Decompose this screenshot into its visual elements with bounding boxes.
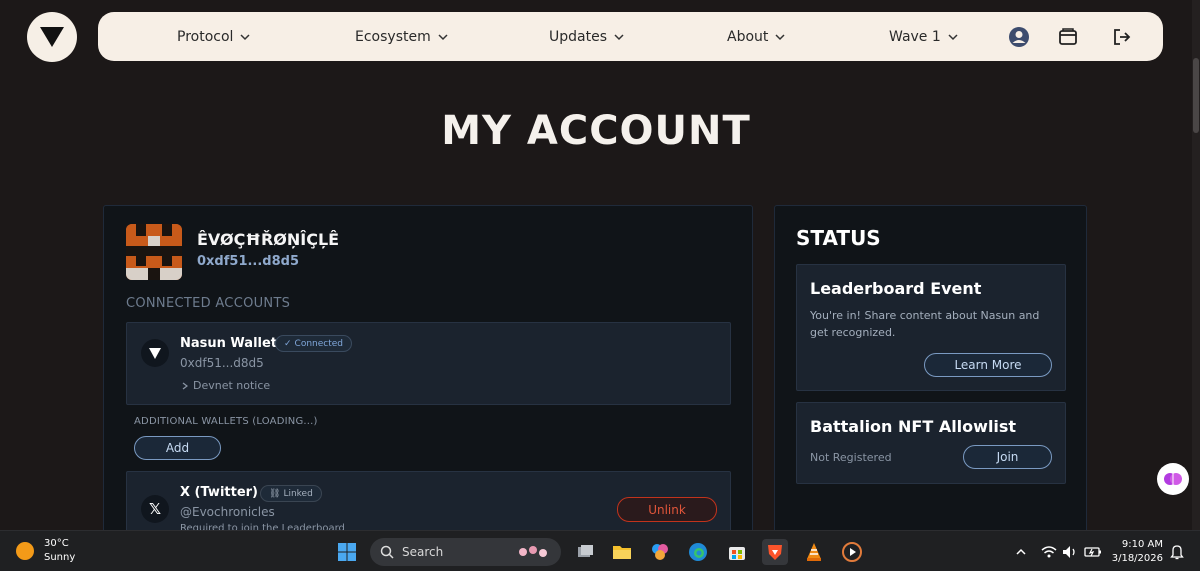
blossom-decoration-icon [519, 546, 547, 557]
search-icon [380, 545, 394, 559]
taskbar-search[interactable]: Search [370, 538, 561, 566]
edge-browser-icon[interactable] [685, 539, 711, 565]
unlink-button[interactable]: Unlink [617, 497, 717, 522]
additional-wallets-label: ADDITIONAL WALLETS (LOADING...) [134, 416, 318, 427]
logout-icon[interactable] [1110, 25, 1134, 49]
connected-badge-label: Connected [294, 338, 344, 349]
add-wallet-button[interactable]: Add [134, 436, 221, 460]
account-username: ÊVØÇĦŘØŅÎÇĻÊ [197, 230, 340, 249]
search-placeholder: Search [402, 545, 444, 559]
weather-widget[interactable]: 30°C Sunny [15, 537, 75, 565]
wallet-name: Nasun Wallet [180, 336, 278, 351]
status-title: STATUS [796, 226, 881, 250]
chevron-down-icon [240, 33, 250, 40]
chevron-right-icon [182, 381, 188, 390]
nav-ecosystem-label: Ecosystem [355, 28, 431, 45]
top-navigation: Protocol Ecosystem Updates About Wave 1 [98, 12, 1163, 61]
user-icon[interactable] [1007, 25, 1031, 49]
nav-about[interactable]: About [727, 12, 786, 61]
page-title: MY ACCOUNT [441, 108, 751, 154]
vlc-player-icon[interactable] [801, 539, 827, 565]
twitter-name: X (Twitter) [180, 485, 258, 500]
account-address: 0xdf51...d8d5 [197, 254, 300, 269]
allowlist-box: Battalion NFT Allowlist Not Registered J… [796, 402, 1066, 484]
learn-more-button[interactable]: Learn More [924, 353, 1052, 377]
volume-icon[interactable] [1060, 539, 1080, 565]
media-player-icon[interactable] [839, 539, 865, 565]
system-clock[interactable]: 9:10 AM 3/18/2026 [1105, 538, 1163, 566]
nav-protocol-label: Protocol [177, 28, 234, 45]
connected-badge: ✓ Connected [275, 335, 353, 352]
wallet-icon[interactable] [1056, 25, 1080, 49]
nav-updates[interactable]: Updates [549, 12, 625, 61]
microsoft-store-icon[interactable] [724, 539, 750, 565]
wifi-icon[interactable] [1038, 539, 1060, 565]
chevron-down-icon [438, 33, 448, 40]
check-icon: ✓ [284, 338, 292, 349]
allowlist-state: Not Registered [810, 451, 892, 464]
sun-icon [16, 542, 34, 560]
file-explorer-icon[interactable] [609, 539, 635, 565]
join-button[interactable]: Join [963, 445, 1052, 469]
chevron-up-icon[interactable] [1010, 539, 1032, 565]
leaderboard-title: Leaderboard Event [810, 279, 982, 298]
link-icon: ⛓ [269, 488, 281, 499]
status-card: STATUS Leaderboard Event You're in! Shar… [774, 205, 1087, 535]
account-card: ÊVØÇĦŘØŅÎÇĻÊ 0xdf51...d8d5 CONNECTED ACC… [103, 205, 753, 535]
nav-about-label: About [727, 28, 769, 45]
twitter-handle: @Evochronicles [180, 505, 275, 519]
assistant-brain-icon[interactable] [1157, 463, 1189, 495]
nav-updates-label: Updates [549, 28, 607, 45]
nav-wave[interactable]: Wave 1 [889, 12, 959, 61]
nav-ecosystem[interactable]: Ecosystem [355, 12, 449, 61]
nav-wave-label: Wave 1 [889, 28, 941, 45]
copilot-icon[interactable] [647, 539, 673, 565]
task-view-icon[interactable] [572, 539, 598, 565]
devnet-notice-label: Devnet notice [193, 379, 271, 392]
clock-time: 9:10 AM [1121, 539, 1163, 550]
allowlist-title: Battalion NFT Allowlist [810, 417, 1017, 436]
leaderboard-text: You're in! Share content about Nasun and… [810, 309, 1040, 339]
battery-icon[interactable] [1082, 539, 1104, 565]
weather-temperature: 30°C [44, 538, 69, 549]
clock-date: 3/18/2026 [1111, 553, 1163, 564]
wallet-address: 0xdf51...d8d5 [180, 356, 264, 370]
linked-badge-label: Linked [283, 488, 313, 499]
windows-taskbar: 30°C Sunny Search 9:10 AM 3/18/2026 [0, 530, 1200, 571]
linked-badge: ⛓ Linked [260, 485, 322, 502]
nasun-wallet-entry: Nasun Wallet ✓ Connected 0xdf51...d8d5 D… [126, 322, 731, 405]
twitter-entry: 𝕏 X (Twitter) ⛓ Linked @Evochronicles Re… [126, 471, 731, 534]
nasun-wallet-icon [141, 339, 169, 367]
devnet-notice-toggle[interactable]: Devnet notice [182, 379, 270, 392]
weather-condition: Sunny [44, 552, 76, 563]
x-twitter-icon: 𝕏 [141, 495, 169, 523]
chevron-down-icon [614, 33, 624, 40]
windows-start-icon[interactable] [334, 539, 360, 565]
chevron-down-icon [948, 33, 958, 40]
nav-protocol[interactable]: Protocol [177, 12, 251, 61]
page-scrollbar[interactable] [1192, 0, 1200, 530]
chevron-down-icon [775, 33, 785, 40]
connected-accounts-label: CONNECTED ACCOUNTS [126, 296, 291, 311]
logo-triangle-icon [40, 27, 64, 47]
leaderboard-event-box: Leaderboard Event You're in! Share conte… [796, 264, 1066, 391]
brave-browser-icon[interactable] [762, 539, 788, 565]
avatar [126, 224, 182, 280]
nasun-logo[interactable] [27, 12, 77, 62]
notification-bell-icon[interactable] [1166, 539, 1188, 565]
scroll-thumb[interactable] [1193, 58, 1199, 133]
